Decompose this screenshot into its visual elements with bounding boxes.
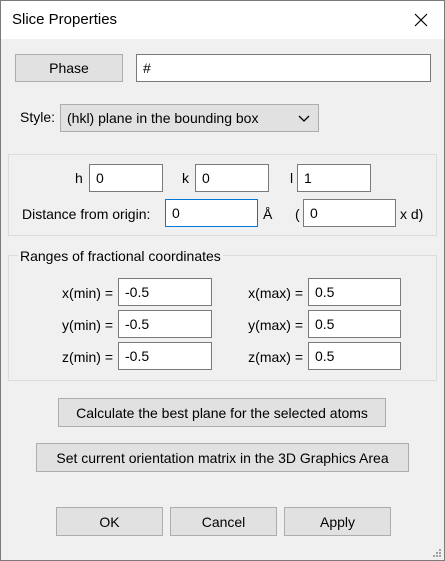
zmax-field[interactable]: 0.5 — [308, 342, 401, 370]
window-title: Slice Properties — [12, 11, 118, 28]
k-field[interactable]: 0 — [195, 164, 269, 192]
zmin-field[interactable]: -0.5 — [118, 342, 212, 370]
distance-label: Distance from origin: — [22, 206, 151, 222]
multiplier-unit: x d) — [400, 206, 424, 222]
apply-button[interactable]: Apply — [284, 507, 391, 536]
style-selected-value: (hkl) plane in the bounding box — [67, 110, 259, 126]
h-field[interactable]: 0 — [89, 164, 163, 192]
calculate-best-plane-button[interactable]: Calculate the best plane for the selecte… — [58, 398, 386, 427]
cancel-button[interactable]: Cancel — [170, 507, 277, 536]
ymin-label: y(min) = — [62, 317, 113, 333]
distance-unit: Å — [263, 206, 273, 222]
close-icon — [414, 13, 428, 27]
title-bar: Slice Properties — [1, 1, 444, 39]
xmax-label: x(max) = — [248, 285, 303, 301]
xmin-field[interactable]: -0.5 — [118, 278, 212, 306]
phase-field[interactable]: # — [136, 54, 431, 82]
ymax-label: y(max) = — [248, 317, 303, 333]
phase-button[interactable]: Phase — [15, 54, 123, 82]
ymax-field[interactable]: 0.5 — [308, 310, 401, 338]
ymin-field[interactable]: -0.5 — [118, 310, 212, 338]
multiplier-field[interactable]: 0 — [303, 199, 396, 227]
set-orientation-button[interactable]: Set current orientation matrix in the 3D… — [36, 443, 409, 472]
close-button[interactable] — [398, 1, 444, 39]
xmin-label: x(min) = — [62, 285, 113, 301]
l-field[interactable]: 1 — [297, 164, 371, 192]
paren-open: ( — [295, 206, 300, 222]
k-label: k — [182, 170, 189, 186]
xmax-field[interactable]: 0.5 — [308, 278, 401, 306]
slice-properties-dialog: Slice Properties Phase # Style: (hkl) pl… — [0, 0, 445, 561]
l-label: l — [290, 170, 294, 186]
style-label: Style: — [20, 109, 56, 125]
distance-field[interactable]: 0 — [165, 199, 258, 227]
ok-button[interactable]: OK — [56, 507, 163, 536]
ranges-title: Ranges of fractional coordinates — [18, 248, 223, 264]
resize-grip-icon[interactable] — [432, 548, 442, 558]
style-select[interactable]: (hkl) plane in the bounding box — [60, 104, 319, 132]
zmax-label: z(max) = — [248, 349, 303, 365]
h-label: h — [75, 170, 83, 186]
chevron-down-icon — [298, 115, 310, 122]
zmin-label: z(min) = — [62, 349, 113, 365]
